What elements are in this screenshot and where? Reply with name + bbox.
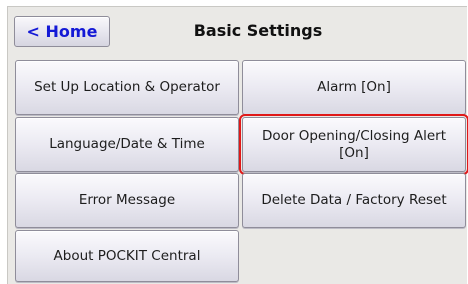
- door-opening-closing-alert-button[interactable]: Door Opening/Closing Alert [On]: [239, 114, 468, 175]
- language-date-time-button[interactable]: Language/Date & Time: [15, 117, 239, 172]
- error-message-label: Error Message: [78, 192, 176, 208]
- about-pockit-central-button[interactable]: About POCKIT Central: [15, 230, 239, 282]
- error-message-button[interactable]: Error Message: [15, 173, 239, 228]
- setup-location-operator-label: Set Up Location & Operator: [34, 79, 220, 95]
- delete-data-factory-reset-button[interactable]: Delete Data / Factory Reset: [242, 173, 466, 228]
- header-bar: < Home Basic Settings: [8, 7, 468, 57]
- door-alert-label-line2: [On]: [339, 144, 369, 161]
- setup-location-operator-button[interactable]: Set Up Location & Operator: [15, 60, 239, 115]
- door-alert-label: Door Opening/Closing Alert [On]: [262, 128, 446, 162]
- language-date-time-label: Language/Date & Time: [49, 136, 205, 152]
- home-button[interactable]: < Home: [14, 16, 110, 47]
- settings-screen: < Home Basic Settings Set Up Location & …: [7, 6, 468, 284]
- door-alert-label-line1: Door Opening/Closing Alert: [261, 127, 446, 144]
- alarm-button[interactable]: Alarm [On]: [242, 60, 466, 115]
- page-title: Basic Settings: [193, 21, 323, 40]
- alarm-label: Alarm [On]: [317, 79, 391, 95]
- about-label: About POCKIT Central: [53, 247, 201, 264]
- delete-data-factory-reset-label: Delete Data / Factory Reset: [261, 192, 447, 208]
